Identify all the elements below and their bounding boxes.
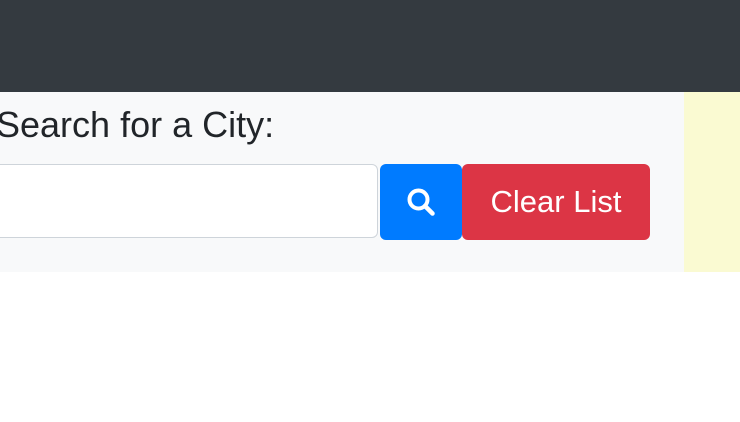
clear-list-button[interactable]: Clear List: [462, 164, 650, 240]
search-icon: [407, 188, 435, 216]
top-navbar: [0, 0, 740, 92]
search-button[interactable]: [380, 164, 462, 240]
search-heading: Search for a City:: [0, 104, 275, 145]
city-search-input[interactable]: [0, 164, 378, 238]
side-panel: [684, 92, 740, 272]
